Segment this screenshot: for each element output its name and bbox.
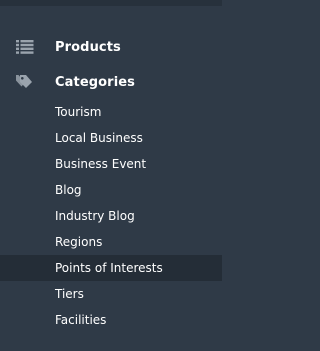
category-item-label: Facilities — [55, 313, 107, 327]
category-item-regions[interactable]: Regions — [0, 229, 222, 255]
category-item-label: Business Event — [55, 157, 147, 171]
category-item-local-business[interactable]: Local Business — [0, 125, 222, 151]
category-item-industry-blog[interactable]: Industry Blog — [0, 203, 222, 229]
category-item-tourism[interactable]: Tourism — [0, 99, 222, 125]
category-item-label: Industry Blog — [55, 209, 135, 223]
category-item-label: Local Business — [55, 131, 143, 145]
category-item-business-event[interactable]: Business Event — [0, 151, 222, 177]
category-item-label: Tiers — [55, 287, 84, 301]
list-icon — [16, 39, 34, 55]
sidebar-item-products[interactable]: Products — [0, 34, 222, 60]
category-item-points-of-interests[interactable]: Points of Interests — [0, 255, 222, 281]
category-item-label: Points of Interests — [55, 261, 163, 275]
category-item-label: Regions — [55, 235, 103, 249]
category-item-tiers[interactable]: Tiers — [0, 281, 222, 307]
category-item-blog[interactable]: Blog — [0, 177, 222, 203]
category-item-label: Blog — [55, 183, 82, 197]
sidebar-top-strip — [0, 0, 222, 6]
category-item-facilities[interactable]: Facilities — [0, 307, 222, 333]
sidebar-item-label: Categories — [55, 74, 136, 90]
tags-icon — [16, 74, 34, 90]
sidebar-item-categories[interactable]: Categories — [0, 69, 222, 95]
category-item-label: Tourism — [55, 105, 102, 119]
sidebar-item-label: Products — [55, 39, 121, 55]
